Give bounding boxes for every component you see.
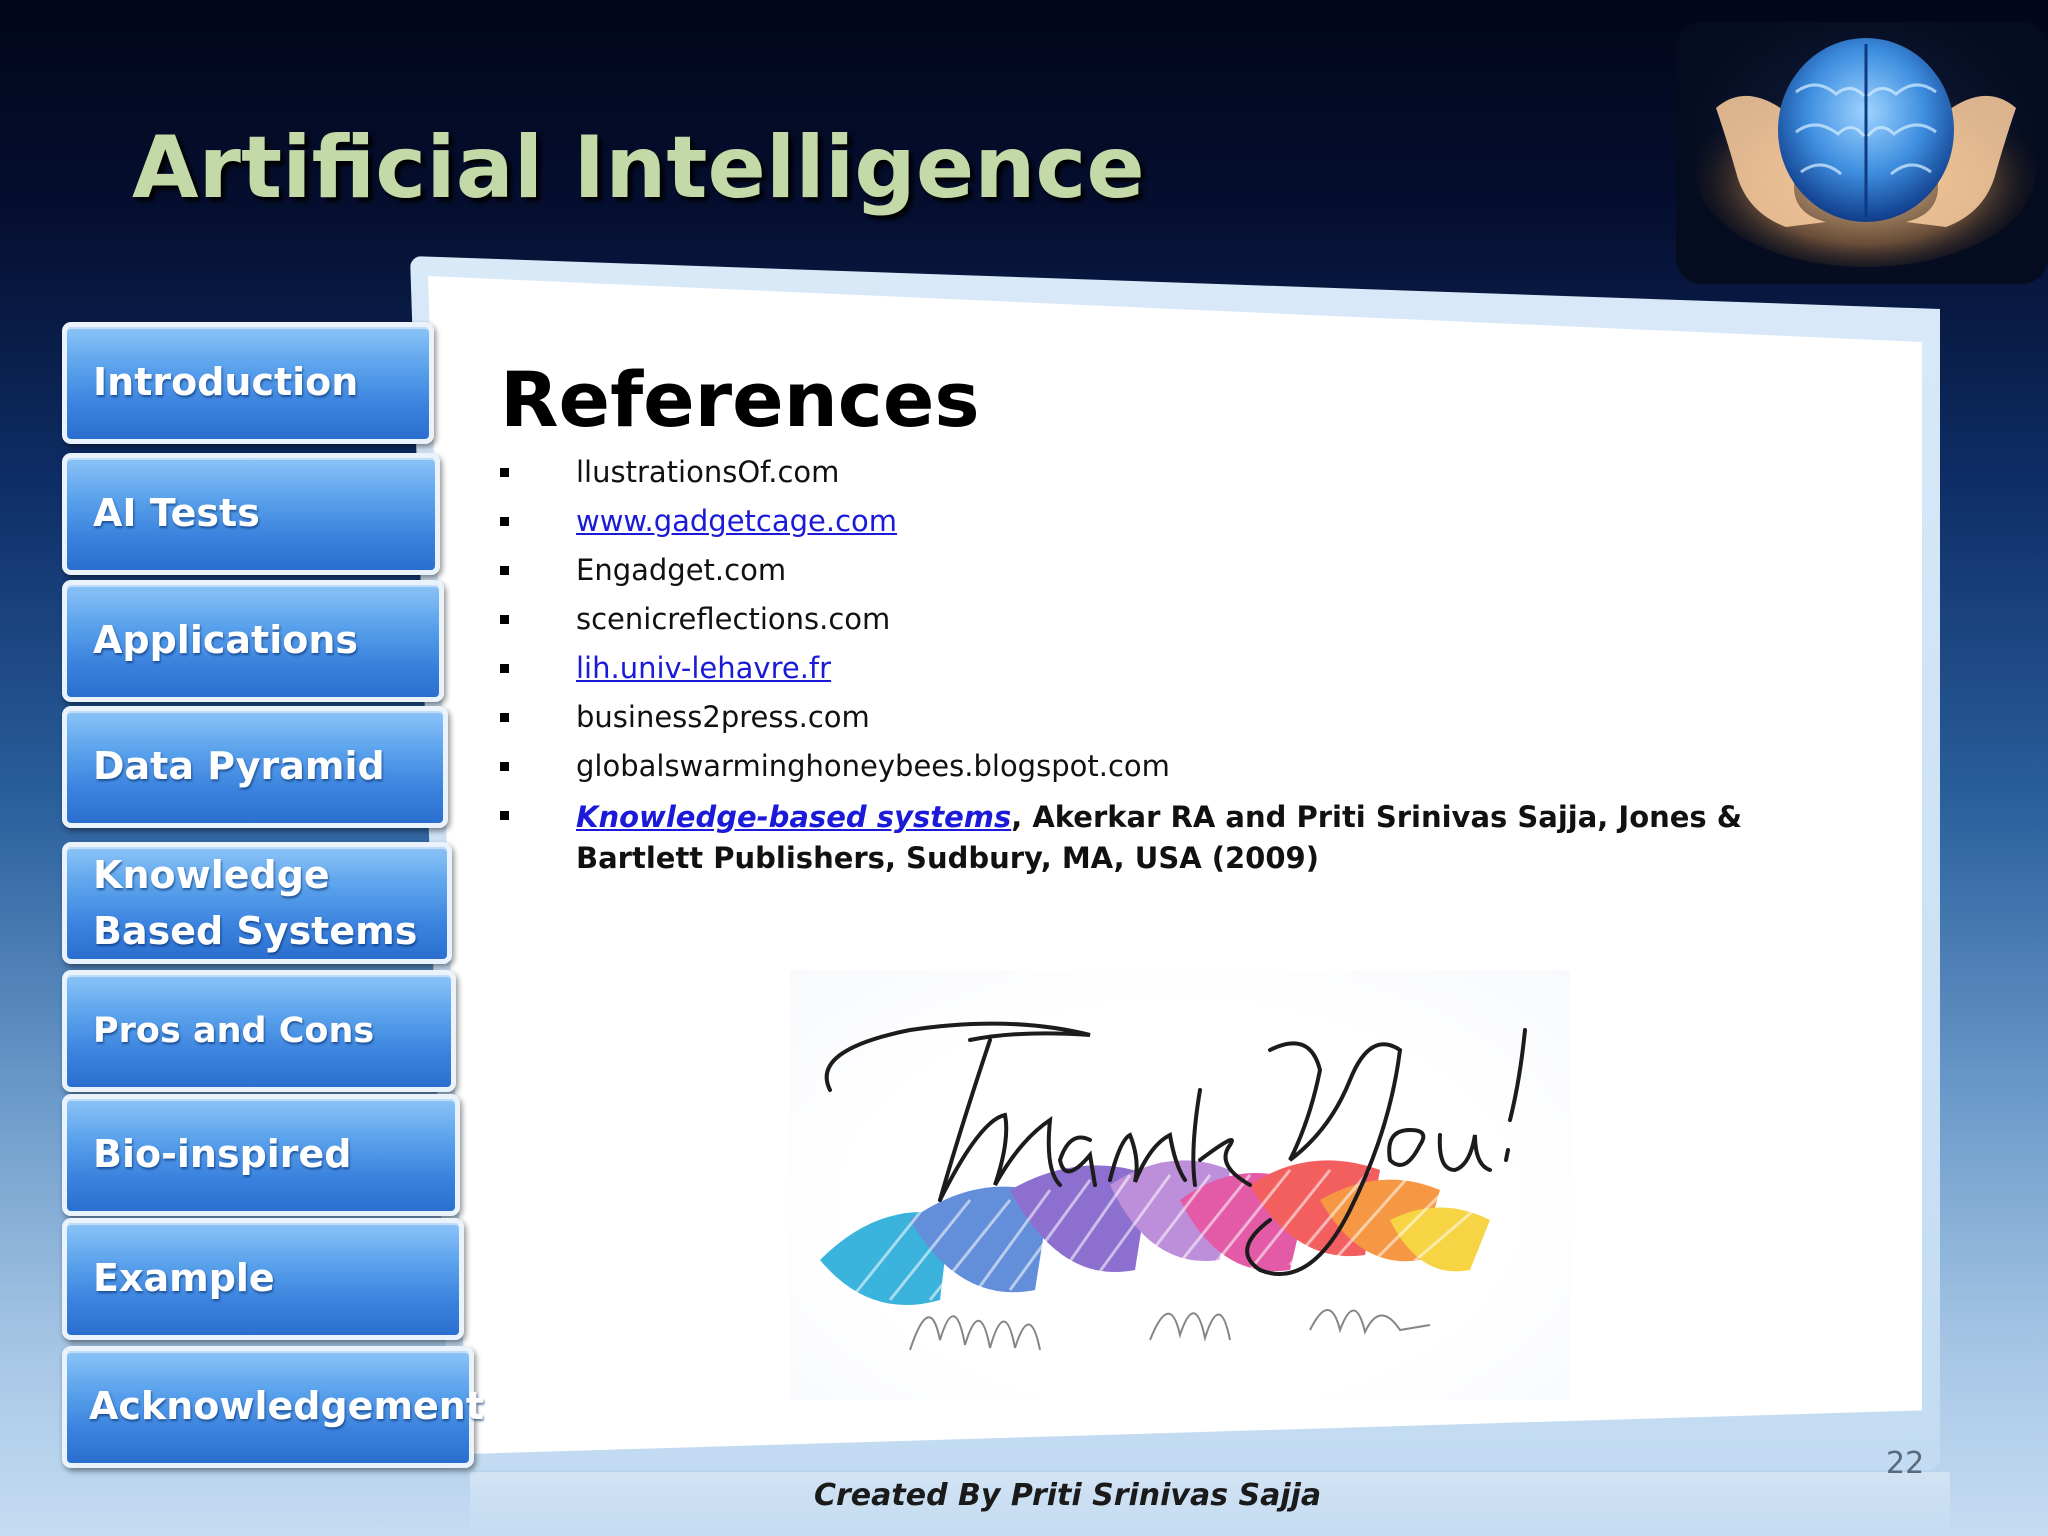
nav-item-ai-tests[interactable]: AI Tests <box>62 453 440 575</box>
nav-item-example[interactable]: Example <box>62 1218 464 1340</box>
nav-item-acknowledgement[interactable]: Acknowledgement <box>62 1346 484 1468</box>
square-bullet-icon <box>500 664 509 673</box>
nav-item-introduction[interactable]: Introduction <box>62 322 434 444</box>
reference-item: www.gadgetcage.com <box>500 503 1750 540</box>
reference-link[interactable]: lih.univ-lehavre.fr <box>576 651 831 685</box>
square-bullet-icon <box>500 713 509 722</box>
thank-you-illustration <box>820 1021 1527 1351</box>
nav-item-applications[interactable]: Applications <box>62 580 444 702</box>
reference-item: llustrationsOf.com <box>500 454 1750 491</box>
reference-item: lih.univ-lehavre.fr <box>500 650 1750 687</box>
nav-item-bio-inspired[interactable]: Bio-inspired <box>62 1094 460 1216</box>
square-bullet-icon <box>500 811 509 820</box>
reference-text: business2press.com <box>576 700 870 734</box>
brain-in-hands-icon <box>1696 38 2036 267</box>
reference-item: Engadget.com <box>500 552 1750 589</box>
reference-item: business2press.com <box>500 699 1750 736</box>
book-reference-item: Knowledge-based systems, Akerkar RA and … <box>500 797 1750 879</box>
square-bullet-icon <box>500 566 509 575</box>
square-bullet-icon <box>500 762 509 771</box>
slide-title: Artificial Intelligence <box>132 118 1145 218</box>
reference-text: llustrationsOf.com <box>576 455 840 489</box>
nav-item-knowledge-based-systems[interactable]: Knowledge Based Systems <box>62 842 452 964</box>
reference-text: scenicreflections.com <box>576 602 891 636</box>
square-bullet-icon <box>500 517 509 526</box>
references-list: llustrationsOf.com www.gadgetcage.com En… <box>500 454 1750 891</box>
square-bullet-icon <box>500 468 509 477</box>
reference-link[interactable]: www.gadgetcage.com <box>576 504 897 538</box>
reference-text: Engadget.com <box>576 553 787 587</box>
brain-logo-image <box>1676 22 2048 284</box>
reference-text: globalswarminghoneybees.blogspot.com <box>576 749 1170 783</box>
thank-you-image <box>790 970 1570 1400</box>
reference-item: scenicreflections.com <box>500 601 1750 638</box>
book-title-link[interactable]: Knowledge-based systems <box>576 800 1011 834</box>
nav-item-pros-and-cons[interactable]: Pros and Cons <box>62 970 456 1092</box>
references-heading: References <box>500 355 980 444</box>
footer-credit: Created By Priti Srinivas Sajja <box>814 1478 1322 1513</box>
page-number: 22 <box>1886 1446 1925 1481</box>
nav-item-data-pyramid[interactable]: Data Pyramid <box>62 706 448 828</box>
reference-item: globalswarminghoneybees.blogspot.com <box>500 748 1750 785</box>
square-bullet-icon <box>500 615 509 624</box>
